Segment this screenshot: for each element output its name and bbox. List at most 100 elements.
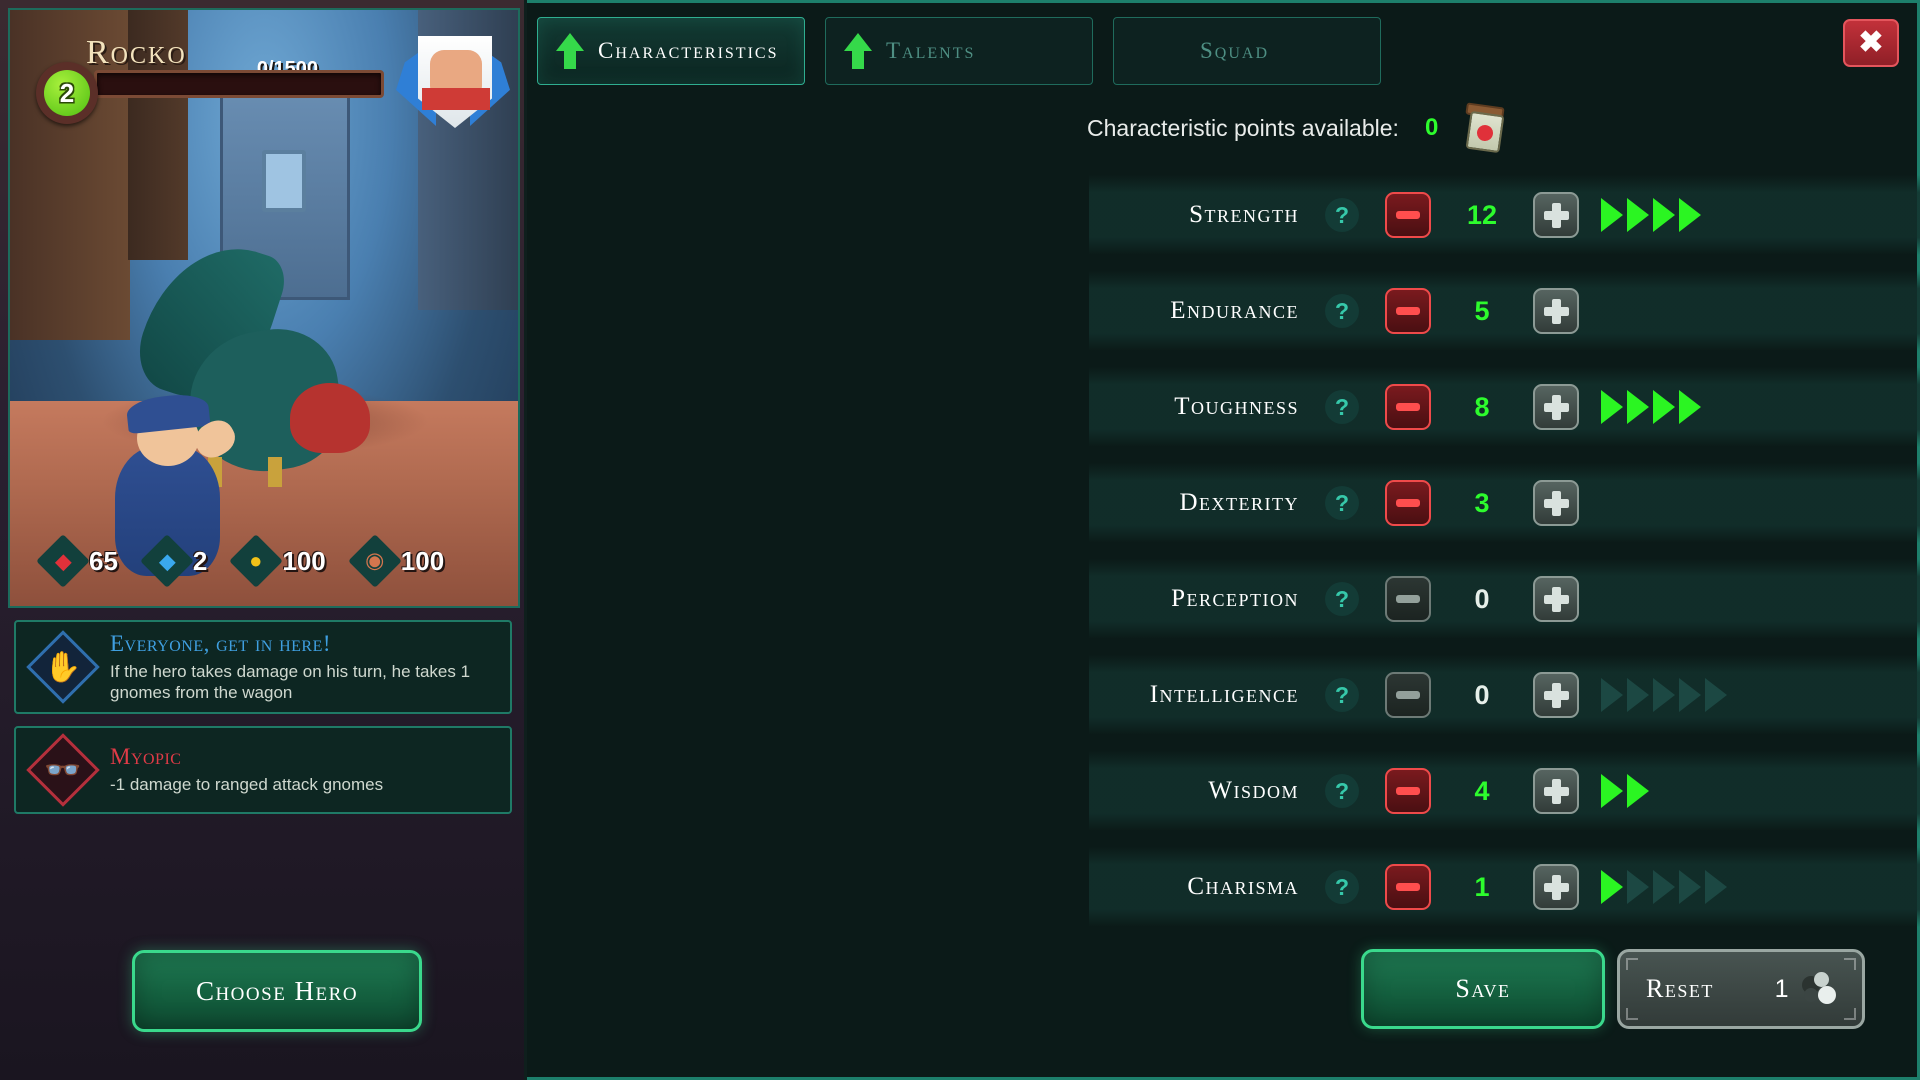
stat-stepper: 0: [1385, 576, 1579, 622]
tab-characteristics[interactable]: Characteristics: [537, 17, 805, 85]
stat-row: Strength?12Gnomes damage:+3: [1089, 175, 1920, 255]
stat-name: Charisma: [1187, 873, 1299, 900]
resource-health: ◆ 65: [36, 534, 118, 588]
stat-row: Toughness?8Bonus to armor–gnomes:+2: [1089, 367, 1920, 447]
increase-wisdom-button[interactable]: [1533, 768, 1579, 814]
choose-hero-button[interactable]: Choose Hero: [132, 950, 422, 1032]
hero-xp-bar: [94, 70, 384, 98]
stat-progress-arrows: [1601, 390, 1701, 424]
arrow-icon: [1601, 870, 1623, 904]
arrow-icon: [1653, 198, 1675, 232]
tab-squad[interactable]: Squad: [1113, 17, 1381, 85]
help-icon[interactable]: ?: [1325, 582, 1359, 616]
stat-progress-arrows: [1601, 774, 1649, 808]
characteristic-points-label: Characteristic points available:: [1087, 114, 1399, 141]
close-icon: ✖: [1858, 26, 1884, 59]
help-icon[interactable]: ?: [1325, 294, 1359, 328]
help-icon[interactable]: ?: [1325, 678, 1359, 712]
increase-intelligence-button[interactable]: [1533, 672, 1579, 718]
save-button[interactable]: Save: [1361, 949, 1605, 1029]
tab-characteristics-label: Characteristics: [598, 38, 779, 63]
stat-row: Dexterity?3Hero dodge chance:+9%: [1089, 463, 1920, 543]
help-icon[interactable]: ?: [1325, 198, 1359, 232]
resource-gold: ● 100: [229, 534, 326, 588]
stat-progress-arrows: [1601, 678, 1727, 712]
stat-value: 5: [1474, 295, 1490, 326]
reset-label: Reset: [1646, 974, 1714, 1003]
choose-hero-label: Choose Hero: [195, 975, 359, 1006]
arrow-icon: [1653, 870, 1675, 904]
stat-row: Charisma?1Bonus to draw gnomes:+0: [1089, 847, 1920, 927]
trait-title: Everyone, get in here!: [110, 630, 332, 656]
reset-button[interactable]: Reset 1: [1617, 949, 1865, 1029]
mana-potion-icon: ◆: [140, 534, 194, 588]
decrease-intelligence-button[interactable]: [1385, 672, 1431, 718]
arrow-icon: [1679, 390, 1701, 424]
stat-value: 1: [1474, 871, 1490, 902]
trait-card-negative[interactable]: 👓 Myopic -1 damage to ranged attack gnom…: [14, 726, 512, 814]
arrow-icon: [1653, 390, 1675, 424]
resource-mana: ◆ 2: [140, 534, 207, 588]
glasses-gnome-icon: 👓: [26, 733, 100, 807]
stat-row: Perception?0Hero crit chance:+0%: [1089, 559, 1920, 639]
tab-bar: Characteristics Talents Squad: [537, 17, 1381, 85]
stat-name: Intelligence: [1149, 681, 1299, 708]
arrow-icon: [1627, 678, 1649, 712]
trait-description: -1 damage to ranged attack gnomes: [110, 775, 384, 795]
stat-value: 4: [1474, 775, 1490, 806]
arrow-icon: [1705, 678, 1727, 712]
characteristic-points-row: Characteristic points available: 0: [1087, 102, 1506, 154]
stat-name: Endurance: [1170, 297, 1299, 324]
help-icon[interactable]: ?: [1325, 390, 1359, 424]
stat-progress-arrows: [1601, 870, 1727, 904]
berry-jar-icon: [1464, 102, 1506, 154]
increase-toughness-button[interactable]: [1533, 384, 1579, 430]
gems-icon: [1800, 972, 1838, 1006]
decrease-strength-button[interactable]: [1385, 192, 1431, 238]
decrease-perception-button[interactable]: [1385, 576, 1431, 622]
arrow-icon: [1679, 678, 1701, 712]
arrow-icon: [1601, 390, 1623, 424]
stat-value: 3: [1474, 487, 1490, 518]
decrease-toughness-button[interactable]: [1385, 384, 1431, 430]
stat-value: 12: [1466, 199, 1498, 230]
decrease-wisdom-button[interactable]: [1385, 768, 1431, 814]
stat-row: Intelligence?0Hero mana:+0: [1089, 655, 1920, 735]
green-up-arrow-icon: [844, 33, 872, 69]
stat-stepper: 12: [1385, 192, 1579, 238]
reset-cost-count: 1: [1774, 974, 1790, 1003]
trait-card-positive[interactable]: ✋ Everyone, get in here! If the hero tak…: [14, 620, 512, 714]
stat-progress-arrows: [1601, 198, 1701, 232]
resource-food: ◉ 100: [347, 534, 445, 588]
hero-panel: Rocko 0/1500 2 ◆ 65 ◆ 2 ● 100 ◉ 100 ✋ Ev…: [0, 0, 527, 1080]
help-icon[interactable]: ?: [1325, 486, 1359, 520]
hero-portrait-art: Rocko 0/1500 2 ◆ 65 ◆ 2 ● 100 ◉ 100: [8, 8, 520, 608]
decrease-endurance-button[interactable]: [1385, 288, 1431, 334]
increase-perception-button[interactable]: [1533, 576, 1579, 622]
sausage-icon: ◉: [347, 534, 402, 588]
decrease-dexterity-button[interactable]: [1385, 480, 1431, 526]
game-screen: Rocko 0/1500 2 ◆ 65 ◆ 2 ● 100 ◉ 100 ✋ Ev…: [0, 0, 1920, 1080]
close-button[interactable]: ✖: [1843, 19, 1899, 67]
decrease-charisma-button[interactable]: [1385, 864, 1431, 910]
help-icon[interactable]: ?: [1325, 774, 1359, 808]
stats-list: Strength?12Gnomes damage:+3Endurance?5He…: [1089, 175, 1920, 943]
stat-stepper: 8: [1385, 384, 1579, 430]
increase-strength-button[interactable]: [1533, 192, 1579, 238]
arrow-icon: [1679, 870, 1701, 904]
help-icon[interactable]: ?: [1325, 870, 1359, 904]
hero-name: Rocko: [86, 34, 187, 71]
stat-name: Dexterity: [1179, 489, 1299, 516]
increase-dexterity-button[interactable]: [1533, 480, 1579, 526]
heart-icon: ◆: [36, 534, 90, 588]
tab-talents[interactable]: Talents: [825, 17, 1093, 85]
arrow-icon: [1627, 390, 1649, 424]
tab-squad-label: Squad: [1200, 38, 1270, 63]
tab-talents-label: Talents: [886, 38, 976, 63]
stat-stepper: 3: [1385, 480, 1579, 526]
arrow-icon: [1627, 774, 1649, 808]
increase-charisma-button[interactable]: [1533, 864, 1579, 910]
increase-endurance-button[interactable]: [1533, 288, 1579, 334]
resource-food-value: 100: [400, 545, 445, 576]
arrow-icon: [1627, 198, 1649, 232]
